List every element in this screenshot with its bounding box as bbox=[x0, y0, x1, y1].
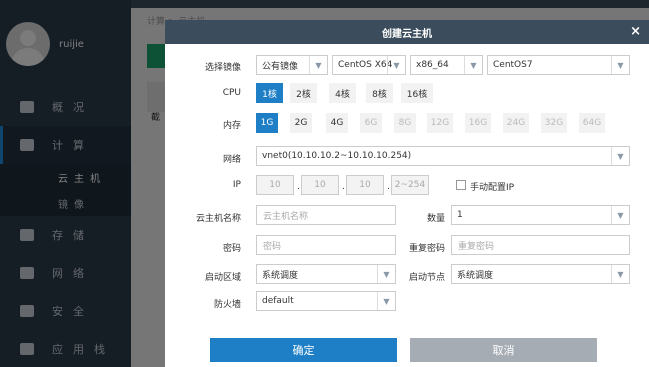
dialog-title: 创建云主机 bbox=[382, 28, 432, 40]
close-icon[interactable]: × bbox=[630, 24, 641, 39]
cpu-option-1[interactable]: 1核 bbox=[256, 83, 283, 103]
network-value: vnet0(10.10.10.2~10.10.10.254) bbox=[262, 151, 412, 161]
firewall-label: 防火墙 bbox=[213, 300, 241, 310]
password-confirm-label: 重复密码 bbox=[408, 244, 445, 254]
memory-option-16g[interactable]: 16G bbox=[465, 113, 491, 133]
zone-select[interactable]: 系统调度 ▼ bbox=[256, 264, 396, 284]
memory-option-1g[interactable]: 1G bbox=[256, 113, 278, 133]
password-input[interactable]: 密码 bbox=[256, 235, 396, 255]
cancel-button[interactable]: 取消 bbox=[410, 338, 597, 362]
image-version-value: CentOS7 bbox=[493, 60, 533, 70]
quantity-value: 1 bbox=[457, 210, 463, 220]
vm-name-input[interactable]: 云主机名称 bbox=[256, 205, 396, 225]
manual-ip-label: 手动配置IP bbox=[470, 183, 515, 193]
create-vm-dialog: 创建云主机 × 选择镜像 公有镜像 ▼ CentOS X64 ▼ x86_64 … bbox=[165, 20, 649, 367]
quantity-select[interactable]: 1 ▼ bbox=[451, 205, 630, 225]
chevron-down-icon: ▼ bbox=[464, 56, 482, 74]
image-os-value: CentOS X64 bbox=[338, 60, 393, 70]
confirm-button[interactable]: 确定 bbox=[210, 338, 397, 362]
cpu-option-8[interactable]: 8核 bbox=[366, 83, 393, 103]
firewall-value: default bbox=[262, 296, 294, 306]
image-version-select[interactable]: CentOS7 ▼ bbox=[487, 55, 630, 75]
memory-option-2g[interactable]: 2G bbox=[290, 113, 312, 133]
memory-option-4g[interactable]: 4G bbox=[326, 113, 348, 133]
node-label: 启动节点 bbox=[408, 273, 445, 283]
zone-label: 启动区域 bbox=[204, 273, 241, 283]
quantity-label: 数量 bbox=[426, 214, 445, 224]
image-source-value: 公有镜像 bbox=[262, 61, 299, 72]
network-label: 网络 bbox=[222, 155, 241, 165]
vm-name-label: 云主机名称 bbox=[195, 214, 241, 224]
image-arch-select[interactable]: x86_64 ▼ bbox=[410, 55, 483, 75]
memory-option-24g[interactable]: 24G bbox=[503, 113, 529, 133]
memory-option-64g[interactable]: 64G bbox=[579, 113, 605, 133]
password-label: 密码 bbox=[222, 244, 241, 254]
memory-option-12g[interactable]: 12G bbox=[427, 113, 453, 133]
password-confirm-input[interactable]: 重复密码 bbox=[451, 235, 630, 255]
memory-option-6g[interactable]: 6G bbox=[360, 113, 382, 133]
ip-octet-2[interactable]: 10 bbox=[301, 175, 339, 195]
chevron-down-icon: ▼ bbox=[611, 56, 629, 74]
node-select[interactable]: 系统调度 ▼ bbox=[451, 264, 630, 284]
ip-octet-1[interactable]: 10 bbox=[256, 175, 294, 195]
chevron-down-icon: ▼ bbox=[611, 206, 629, 224]
zone-value: 系统调度 bbox=[262, 270, 299, 281]
chevron-down-icon: ▼ bbox=[387, 56, 405, 74]
node-value: 系统调度 bbox=[457, 270, 494, 281]
chevron-down-icon: ▼ bbox=[611, 265, 629, 283]
chevron-down-icon: ▼ bbox=[611, 147, 629, 165]
image-source-select[interactable]: 公有镜像 ▼ bbox=[256, 55, 328, 75]
image-os-select[interactable]: CentOS X64 ▼ bbox=[332, 55, 406, 75]
cpu-label: CPU bbox=[222, 88, 241, 98]
network-select[interactable]: vnet0(10.10.10.2~10.10.10.254) ▼ bbox=[256, 146, 630, 166]
memory-label: 内存 bbox=[222, 121, 241, 131]
firewall-select[interactable]: default ▼ bbox=[256, 291, 396, 311]
cpu-option-2[interactable]: 2核 bbox=[290, 83, 317, 103]
chevron-down-icon: ▼ bbox=[377, 292, 395, 310]
cpu-option-4[interactable]: 4核 bbox=[329, 83, 356, 103]
memory-option-8g[interactable]: 8G bbox=[394, 113, 416, 133]
cpu-option-16[interactable]: 16核 bbox=[401, 83, 433, 103]
dialog-header: 创建云主机 × bbox=[165, 20, 649, 44]
ip-label: IP bbox=[232, 180, 241, 190]
ip-octet-3[interactable]: 10 bbox=[346, 175, 384, 195]
manual-ip-checkbox[interactable] bbox=[456, 180, 466, 190]
image-arch-value: x86_64 bbox=[416, 60, 449, 70]
memory-option-32g[interactable]: 32G bbox=[541, 113, 567, 133]
image-label: 选择镜像 bbox=[204, 63, 241, 73]
ip-octet-4[interactable]: 2~254 bbox=[391, 175, 429, 195]
chevron-down-icon: ▼ bbox=[309, 56, 327, 74]
